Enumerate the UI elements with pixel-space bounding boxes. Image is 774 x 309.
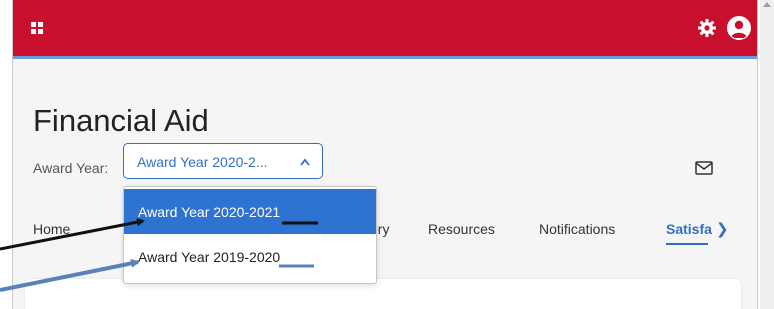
dropdown-option-2019-2020[interactable]: Award Year 2019-2020 xyxy=(124,234,376,280)
user-silhouette xyxy=(731,20,747,38)
vertical-scrollbar[interactable] xyxy=(760,0,774,309)
award-year-select-value: Award Year 2020-2... xyxy=(137,154,268,170)
gear-icon[interactable] xyxy=(697,18,717,38)
dropdown-option-label: Award Year 2019-2020 xyxy=(138,249,281,265)
chevron-up-icon xyxy=(300,158,310,166)
dropdown-option-2020-2021[interactable]: Award Year 2020-2021 xyxy=(124,189,376,235)
page-title: Financial Aid xyxy=(33,103,209,138)
scroll-up-arrow-icon[interactable] xyxy=(763,2,771,7)
tab-home[interactable]: Home xyxy=(33,221,70,237)
envelope-icon[interactable] xyxy=(695,161,713,175)
dropdown-option-label: Award Year 2020-2021 xyxy=(138,204,281,220)
tab-satisfactory-progress[interactable]: Satisfa xyxy=(666,221,712,237)
tab-notifications[interactable]: Notifications xyxy=(539,221,615,237)
chevron-right-icon[interactable]: ❯ xyxy=(716,220,729,238)
award-year-label: Award Year: xyxy=(33,160,109,176)
grid-icon[interactable] xyxy=(31,22,43,34)
browser-window: Financial Aid Award Year: Award Year 202… xyxy=(12,0,758,309)
award-year-dropdown-menu: Award Year 2020-2021 Award Year 2019-202… xyxy=(123,186,377,284)
top-navigation-bar xyxy=(13,0,757,59)
award-year-select[interactable]: Award Year 2020-2... xyxy=(123,143,323,179)
tab-resources[interactable]: Resources xyxy=(428,221,495,237)
avatar-icon[interactable] xyxy=(727,16,751,40)
screenshot-canvas: Financial Aid Award Year: Award Year 202… xyxy=(0,0,774,309)
active-tab-indicator xyxy=(666,243,708,245)
